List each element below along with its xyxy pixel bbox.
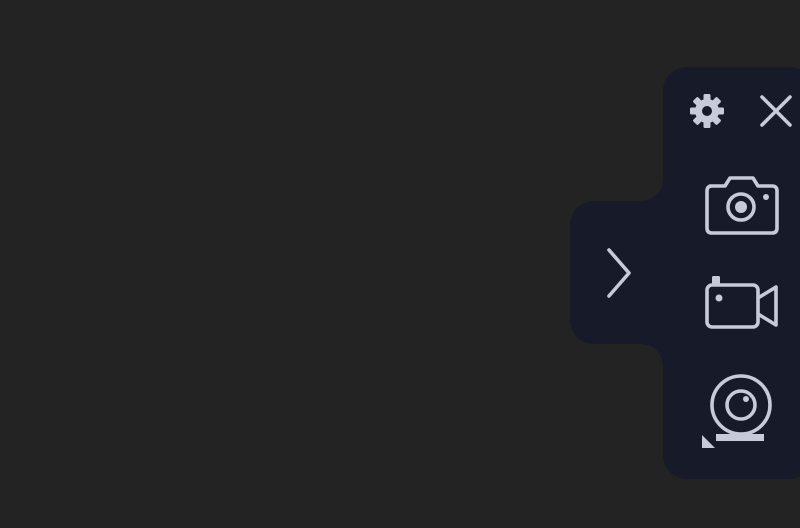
screenshot-button[interactable] [700,170,784,240]
gear-icon [690,94,724,128]
camera-icon [705,176,779,235]
panel-junction-top [641,179,663,201]
video-camera-icon [705,276,778,329]
expand-button[interactable] [597,244,641,302]
settings-button[interactable] [688,92,726,130]
webcam-icon [702,374,772,448]
chevron-right-icon [607,248,631,298]
desktop-background [0,0,800,528]
close-button[interactable] [757,92,795,130]
panel-junction-bottom [641,344,663,366]
webcam-button[interactable] [698,368,782,450]
close-icon [760,95,792,127]
record-video-button[interactable] [700,268,784,334]
